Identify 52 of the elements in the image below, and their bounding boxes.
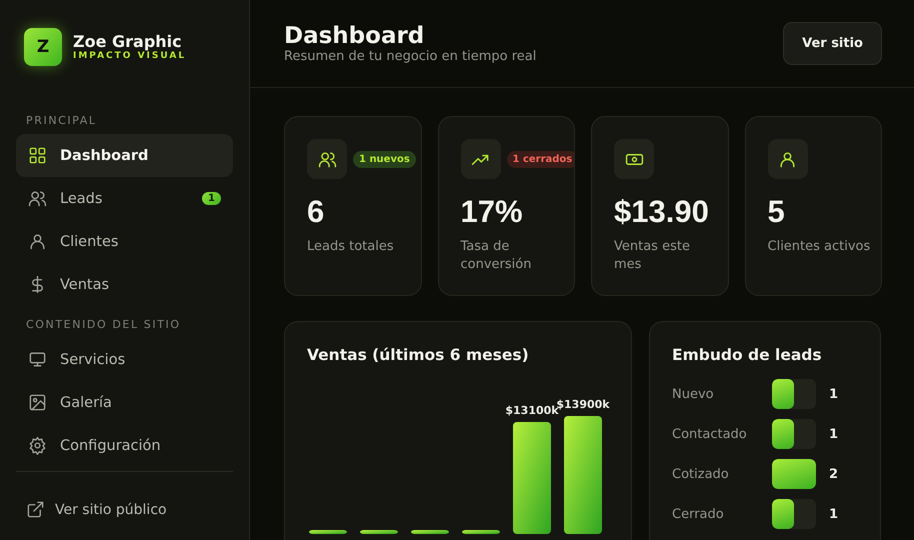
image-icon	[28, 393, 47, 412]
stage-label: Cotizado	[672, 466, 730, 482]
stage-count: 1	[828, 426, 839, 442]
nav-item[interactable]: Galería	[16, 381, 233, 424]
nav-item[interactable]: Clientes	[16, 220, 233, 263]
count-badge: 1	[202, 192, 221, 205]
users-icon	[318, 150, 336, 168]
bar-value-label: $13100k	[505, 404, 559, 417]
stat-value: 17%	[460, 193, 523, 231]
nav-item[interactable]: Ventas	[16, 263, 233, 306]
users-icon	[28, 189, 47, 208]
brand-name: Zoe Graphic	[73, 33, 182, 51]
nav-item[interactable]: Leads 1	[16, 177, 233, 220]
nav-item[interactable]: Configuración	[16, 424, 233, 467]
stage-label: Nuevo	[672, 386, 715, 402]
bar	[360, 530, 398, 534]
bar-value-label: $13900k	[556, 398, 610, 411]
brand-tagline: IMPACTO VISUAL	[73, 50, 186, 61]
stat-label: Leads totales	[307, 238, 395, 256]
logo-badge: Z	[24, 28, 62, 66]
stage-label: Contactado	[672, 426, 748, 442]
page-subtitle: Resumen de tu negocio en tiempo real	[284, 49, 536, 64]
stat-value: $13.90	[614, 193, 709, 231]
view-site-button[interactable]: Ver sitio	[783, 22, 882, 65]
change-badge: 1 nuevos	[353, 150, 416, 168]
bar	[309, 530, 347, 534]
stat-value: 5	[768, 193, 785, 231]
stage-count: 1	[828, 506, 839, 522]
nav-item[interactable]: Servicios	[16, 338, 233, 381]
chart-title: Ventas (últimos 6 meses)	[307, 346, 530, 364]
bar	[411, 530, 449, 534]
section-heading: CONTENIDO DEL SITIO	[25, 318, 182, 331]
stat-label: Ventas este mes	[614, 238, 691, 274]
nav-item[interactable]: Dashboard	[16, 134, 233, 177]
stat-label: Clientes activos	[768, 238, 872, 256]
funnel-title: Embudo de leads	[672, 346, 823, 364]
external-link-icon	[26, 500, 45, 519]
grid-icon	[28, 146, 47, 165]
stat-value: 6	[307, 193, 324, 231]
stage-count: 2	[828, 466, 839, 482]
user-icon	[778, 150, 797, 168]
settings-icon	[28, 436, 47, 455]
monitor-icon	[28, 350, 47, 369]
stat-label: Tasa de conversión	[460, 238, 532, 274]
public-site-link[interactable]: Ver sitio público	[16, 488, 233, 531]
change-badge: 1 cerrados	[506, 150, 574, 168]
user-icon	[28, 232, 47, 251]
section-heading: PRINCIPAL	[25, 114, 98, 127]
stage-label: Cerrado	[672, 506, 725, 522]
page-title: Dashboard	[284, 23, 426, 49]
bar	[462, 530, 500, 534]
stage-count: 1	[828, 386, 839, 402]
